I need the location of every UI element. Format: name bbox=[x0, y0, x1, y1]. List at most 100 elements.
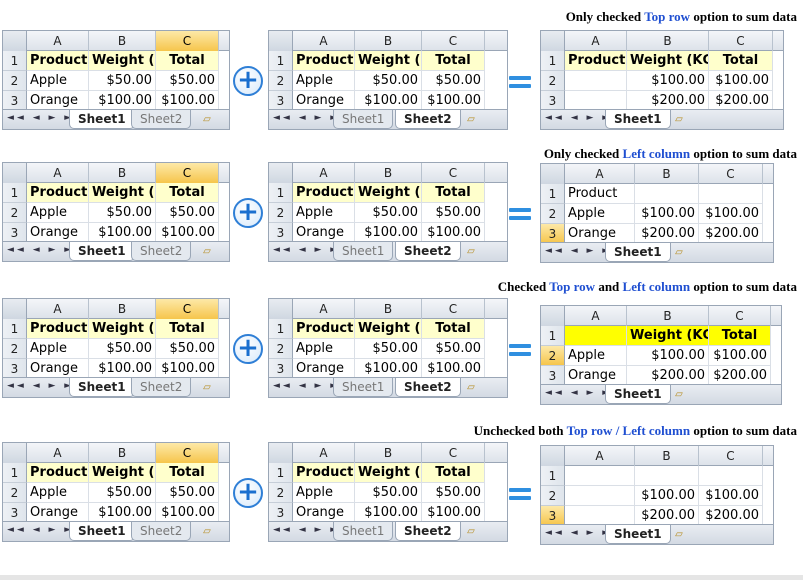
cell-b1[interactable]: Weight (KG bbox=[355, 51, 422, 71]
tab-sheet2[interactable]: Sheet2 bbox=[395, 242, 461, 261]
column-header-c[interactable]: C bbox=[709, 31, 773, 51]
cell-c2[interactable]: $100.00 bbox=[699, 204, 763, 224]
row-header-2[interactable]: 2 bbox=[269, 203, 293, 223]
row-header-1[interactable]: 1 bbox=[3, 51, 27, 71]
cell-c1[interactable] bbox=[699, 466, 763, 486]
row-header-2[interactable]: 2 bbox=[541, 71, 565, 91]
cell-c2[interactable]: $100.00 bbox=[709, 346, 771, 366]
cell-c3[interactable]: $100.00 bbox=[422, 359, 485, 379]
column-header-c[interactable]: C bbox=[699, 446, 763, 466]
tab-sheet2[interactable]: Sheet2 bbox=[395, 522, 461, 541]
cell-a1[interactable]: Product bbox=[27, 51, 89, 71]
row-header-2[interactable]: 2 bbox=[269, 483, 293, 503]
tab-sheet1[interactable]: Sheet1 bbox=[69, 522, 135, 541]
cell-b1[interactable]: Weight (KG bbox=[355, 183, 422, 203]
cell-c1[interactable]: Total bbox=[422, 183, 485, 203]
select-all-corner[interactable] bbox=[269, 163, 293, 183]
cell-b1[interactable]: Weight (KG bbox=[89, 319, 156, 339]
cell-a2[interactable]: Apple bbox=[293, 339, 355, 359]
cell-c2[interactable]: $50.00 bbox=[422, 339, 485, 359]
cell-a2[interactable]: Apple bbox=[293, 483, 355, 503]
tab-sheet2[interactable]: Sheet2 bbox=[131, 110, 192, 129]
cell-b1[interactable]: Weight (KG bbox=[355, 319, 422, 339]
cell-b2[interactable]: $50.00 bbox=[355, 203, 422, 223]
cell-b2[interactable]: $50.00 bbox=[355, 71, 422, 91]
tab-sheet1[interactable]: Sheet1 bbox=[605, 525, 671, 544]
cell-b2[interactable]: $100.00 bbox=[635, 204, 699, 224]
insert-sheet-icon[interactable]: ▱ bbox=[197, 112, 217, 127]
cell-b2[interactable]: $50.00 bbox=[89, 203, 156, 223]
cell-a3[interactable]: Orange bbox=[565, 366, 627, 386]
tab-sheet1[interactable]: Sheet1 bbox=[333, 522, 394, 541]
cell-b1[interactable]: Weight (KG) bbox=[627, 326, 709, 346]
row-header-1[interactable]: 1 bbox=[3, 463, 27, 483]
select-all-corner[interactable] bbox=[269, 443, 293, 463]
tab-sheet2[interactable]: Sheet2 bbox=[395, 110, 461, 129]
row-header-2[interactable]: 2 bbox=[3, 71, 27, 91]
cell-c3[interactable]: $100.00 bbox=[156, 91, 219, 111]
column-header-a[interactable]: A bbox=[293, 443, 355, 463]
cell-a1[interactable]: Product bbox=[565, 51, 627, 71]
cell-b1[interactable]: Weight (KG) bbox=[627, 51, 709, 71]
cell-a1[interactable]: Product bbox=[565, 184, 635, 204]
column-header-b[interactable]: B bbox=[355, 443, 422, 463]
row-header-2[interactable]: 2 bbox=[541, 486, 565, 506]
column-header-c[interactable]: C bbox=[422, 163, 485, 183]
tab-sheet2[interactable]: Sheet2 bbox=[131, 378, 192, 397]
column-header-c[interactable]: C bbox=[156, 31, 219, 51]
cell-c3[interactable]: $200.00 bbox=[709, 366, 771, 386]
cell-a2[interactable]: Apple bbox=[27, 483, 89, 503]
cell-c2[interactable]: $100.00 bbox=[709, 71, 773, 91]
column-header-b[interactable]: B bbox=[635, 164, 699, 184]
cell-c1[interactable]: Total bbox=[422, 319, 485, 339]
column-header-b[interactable]: B bbox=[635, 446, 699, 466]
insert-sheet-icon[interactable]: ▱ bbox=[197, 244, 217, 259]
cell-b3[interactable]: $200.00 bbox=[635, 506, 699, 526]
cell-b1[interactable]: Weight (KG bbox=[89, 51, 156, 71]
cell-a2[interactable]: Apple bbox=[27, 203, 89, 223]
insert-sheet-icon[interactable]: ▱ bbox=[197, 524, 217, 539]
row-header-3[interactable]: 3 bbox=[3, 91, 27, 111]
cell-b3[interactable]: $200.00 bbox=[635, 224, 699, 244]
tab-sheet1[interactable]: Sheet1 bbox=[605, 110, 671, 129]
column-header-b[interactable]: B bbox=[355, 163, 422, 183]
cell-a3[interactable]: Orange bbox=[27, 359, 89, 379]
column-header-b[interactable]: B bbox=[355, 31, 422, 51]
cell-c1[interactable]: Total bbox=[156, 463, 219, 483]
row-header-2[interactable]: 2 bbox=[269, 71, 293, 91]
column-header-b[interactable]: B bbox=[627, 31, 709, 51]
column-header-a[interactable]: A bbox=[293, 31, 355, 51]
tab-sheet1[interactable]: Sheet1 bbox=[69, 378, 135, 397]
column-header-b[interactable]: B bbox=[355, 299, 422, 319]
cell-c3[interactable]: $100.00 bbox=[156, 503, 219, 523]
row-header-1[interactable]: 1 bbox=[541, 184, 565, 204]
cell-b2[interactable]: $50.00 bbox=[355, 483, 422, 503]
column-header-c[interactable]: C bbox=[156, 443, 219, 463]
column-header-b[interactable]: B bbox=[89, 443, 156, 463]
row-header-2[interactable]: 2 bbox=[3, 339, 27, 359]
cell-a1[interactable]: Product bbox=[293, 463, 355, 483]
select-all-corner[interactable] bbox=[3, 299, 27, 319]
select-all-corner[interactable] bbox=[269, 31, 293, 51]
cell-a3[interactable]: Orange bbox=[565, 224, 635, 244]
row-header-1[interactable]: 1 bbox=[541, 326, 565, 346]
tab-sheet2[interactable]: Sheet2 bbox=[131, 242, 192, 261]
row-header-3[interactable]: 3 bbox=[541, 91, 565, 111]
cell-a2[interactable] bbox=[565, 486, 635, 506]
cell-c3[interactable]: $100.00 bbox=[156, 223, 219, 243]
row-header-2[interactable]: 2 bbox=[3, 483, 27, 503]
cell-a3[interactable]: Orange bbox=[293, 223, 355, 243]
cell-a3[interactable]: Orange bbox=[293, 503, 355, 523]
column-header-a[interactable]: A bbox=[565, 164, 635, 184]
row-header-3[interactable]: 3 bbox=[269, 359, 293, 379]
cell-b2[interactable]: $100.00 bbox=[627, 71, 709, 91]
insert-sheet-icon[interactable]: ▱ bbox=[461, 524, 481, 539]
row-header-1[interactable]: 1 bbox=[541, 466, 565, 486]
cell-a1[interactable]: Product bbox=[293, 319, 355, 339]
tab-sheet1[interactable]: Sheet1 bbox=[333, 378, 394, 397]
cell-a1[interactable]: Product bbox=[27, 183, 89, 203]
select-all-corner[interactable] bbox=[3, 163, 27, 183]
row-header-2[interactable]: 2 bbox=[541, 346, 565, 366]
row-header-1[interactable]: 1 bbox=[541, 51, 565, 71]
cell-a3[interactable] bbox=[565, 91, 627, 111]
